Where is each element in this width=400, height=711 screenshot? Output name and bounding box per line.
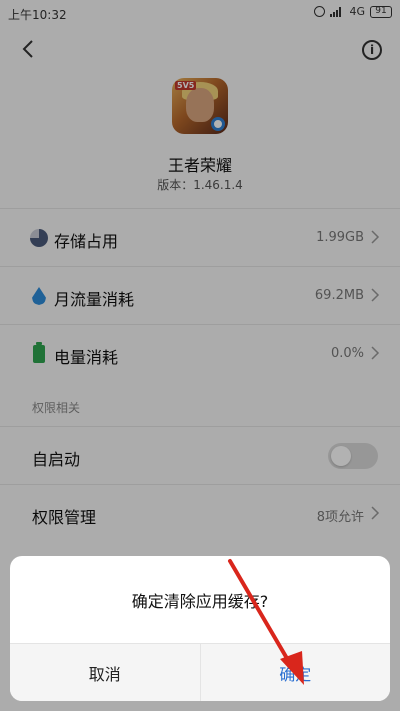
dialog-actions: 取消 确定 — [10, 643, 390, 701]
confirm-button[interactable]: 确定 — [199, 644, 390, 701]
dialog-message: 确定清除应用缓存? — [131, 592, 269, 611]
clear-cache-dialog: 确定清除应用缓存? 取消 确定 — [10, 556, 390, 701]
cancel-button[interactable]: 取消 — [10, 644, 200, 701]
